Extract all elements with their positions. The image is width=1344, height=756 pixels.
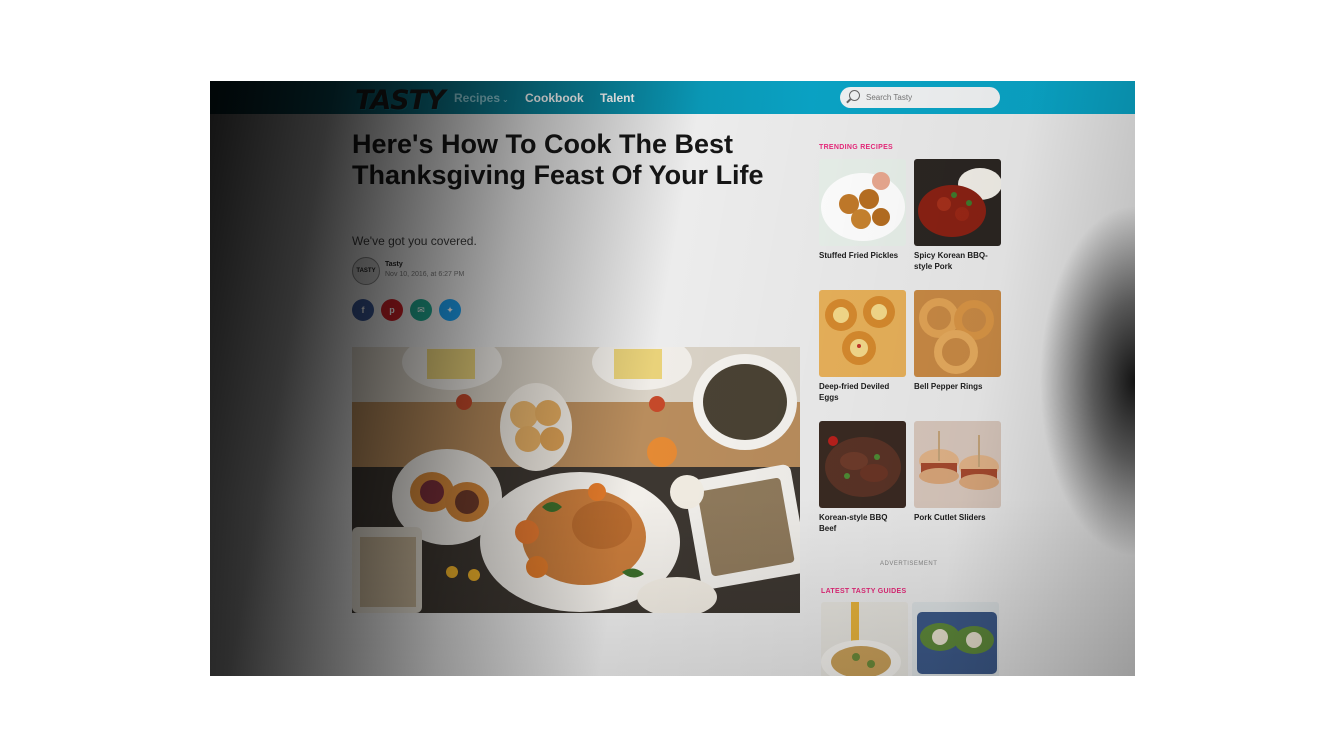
deep-fried-deviled-eggs-image xyxy=(819,290,906,377)
site-header: TASTY Recipes ⌄ Cookbook Talent xyxy=(210,81,1135,116)
search-box[interactable] xyxy=(840,87,1000,108)
nav-talent[interactable]: Talent xyxy=(600,91,634,105)
trending-card-label-2[interactable]: Spicy Korean BBQ-style Pork xyxy=(914,250,1002,272)
trending-card-image-4[interactable] xyxy=(914,290,1001,377)
twitter-icon: ✦ xyxy=(446,305,454,315)
browser-viewport: TASTY Recipes⌄ Cookbook Talent Here's Ho… xyxy=(210,81,1135,676)
author-name[interactable]: Tasty xyxy=(385,261,403,268)
email-icon: ✉ xyxy=(417,305,425,315)
latest-guides-heading: LATEST TASTY GUIDES xyxy=(821,588,907,595)
article-subtitle: We've got you covered. xyxy=(352,234,477,248)
trending-card-label-5[interactable]: Korean-style BBQ Beef xyxy=(819,512,907,534)
nav-cookbook[interactable]: Cookbook xyxy=(525,91,584,105)
guide-pouring-sauce-image xyxy=(821,602,908,676)
bell-pepper-rings-image xyxy=(914,290,1001,377)
trending-card-label-4[interactable]: Bell Pepper Rings xyxy=(914,381,1002,392)
advertisement-label: ADVERTISEMENT xyxy=(880,561,938,567)
guide-card-image-1[interactable] xyxy=(821,602,908,676)
search-input[interactable] xyxy=(866,90,991,105)
chevron-down-icon: ⌄ xyxy=(502,95,509,104)
pork-cutlet-sliders-image xyxy=(914,421,1001,508)
trending-card-label-3[interactable]: Deep-fried Deviled Eggs xyxy=(819,381,907,403)
guide-card-image-2[interactable] xyxy=(912,602,999,676)
tasty-logo[interactable]: TASTY xyxy=(355,85,446,116)
share-twitter-button[interactable]: ✦ xyxy=(439,299,461,321)
trending-card-image-2[interactable] xyxy=(914,159,1001,246)
pinterest-icon: p xyxy=(389,305,395,315)
facebook-icon: f xyxy=(361,305,365,315)
nav-recipes-label: Recipes xyxy=(454,91,501,105)
thanksgiving-feast-illustration xyxy=(352,347,800,613)
article-title: Here's How To Cook The Best Thanksgiving… xyxy=(352,129,764,190)
guide-stuffed-peppers-image xyxy=(912,602,999,676)
trending-card-label-1[interactable]: Stuffed Fried Pickles xyxy=(819,250,907,261)
trending-card-label-6[interactable]: Pork Cutlet Sliders xyxy=(914,512,1002,523)
hero-image xyxy=(352,347,800,613)
publish-date: Nov 10, 2016, at 6:27 PM xyxy=(385,271,465,278)
trending-card-image-6[interactable] xyxy=(914,421,1001,508)
korean-bbq-beef-image xyxy=(819,421,906,508)
share-email-button[interactable]: ✉ xyxy=(410,299,432,321)
spicy-korean-pork-image xyxy=(914,159,1001,246)
trending-card-image-1[interactable] xyxy=(819,159,906,246)
share-facebook-button[interactable]: f xyxy=(352,299,374,321)
nav-recipes[interactable]: Recipes ⌄ xyxy=(454,91,509,105)
trending-heading: TRENDING RECIPES xyxy=(819,144,894,151)
trending-card-image-3[interactable] xyxy=(819,290,906,377)
share-pinterest-button[interactable]: p xyxy=(381,299,403,321)
author-avatar[interactable]: TASTY xyxy=(352,257,380,285)
stuffed-fried-pickles-image xyxy=(819,159,906,246)
search-icon xyxy=(849,90,860,101)
trending-card-image-5[interactable] xyxy=(819,421,906,508)
